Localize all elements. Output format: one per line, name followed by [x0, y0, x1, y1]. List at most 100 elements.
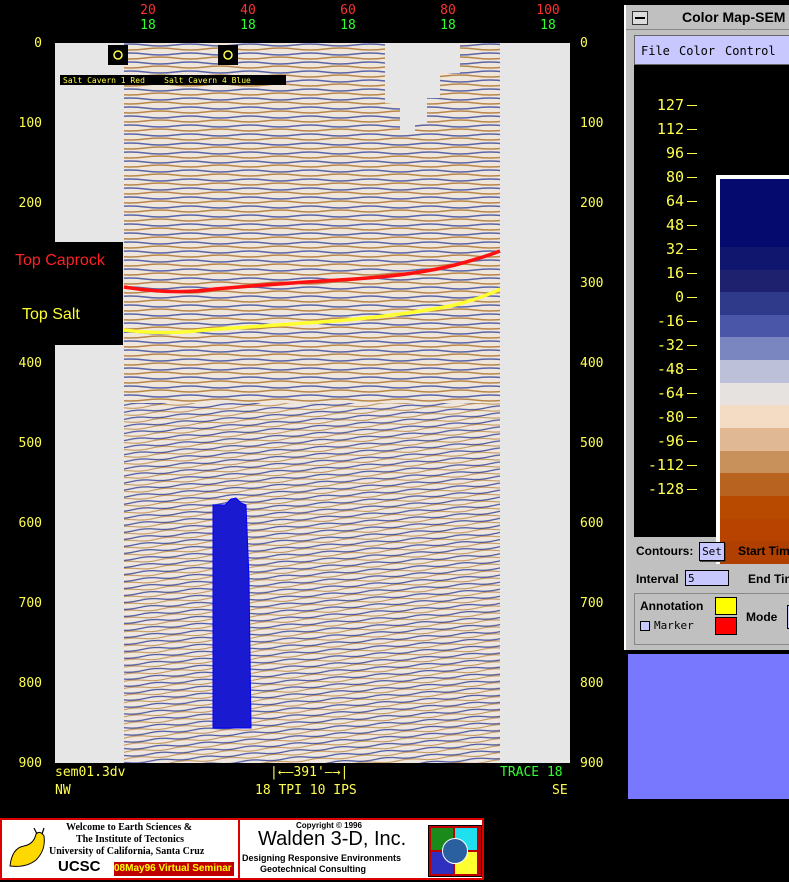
ramp-value-label: 32: [665, 240, 684, 258]
ramp-segment[interactable]: [720, 405, 789, 429]
salt-cavern-4[interactable]: [212, 497, 252, 729]
ramp-segment[interactable]: [720, 337, 789, 361]
color-ramp-panel: 127 112 96 80 64 48 32 16 0 -16 -32 -48 -64 -80 -96 -11…: [634, 65, 789, 564]
ramp-segment[interactable]: [720, 179, 789, 202]
ramp-segment[interactable]: [720, 314, 789, 338]
seismic-section[interactable]: Salt Cavern 1 Red Salt Cavern 4 Blue: [55, 43, 570, 763]
marker-checkbox[interactable]: [640, 621, 650, 631]
time-tick-label: 700: [580, 596, 604, 611]
company-name: Walden 3-D, Inc.: [258, 828, 407, 850]
time-tick-label: 700: [18, 596, 42, 611]
banana-slug-logo: [9, 827, 45, 867]
ramp-tick: [687, 369, 697, 370]
ramp-segment[interactable]: [720, 473, 789, 496]
ramp-segment[interactable]: [720, 382, 789, 406]
annotation-color-yellow[interactable]: [715, 597, 737, 615]
ramp-tick: [687, 249, 697, 250]
secondary-window[interactable]: [628, 654, 789, 799]
menu-color[interactable]: Color: [679, 44, 715, 58]
ramp-value-label: -48: [656, 360, 684, 378]
ramp-segment[interactable]: [720, 360, 789, 383]
time-tick-label: 400: [580, 356, 604, 371]
color-ramp[interactable]: [716, 175, 789, 564]
interval-input[interactable]: 5: [685, 570, 729, 586]
welcome-line-3: University of California, Santa Cruz: [49, 846, 205, 857]
ramp-segment[interactable]: [720, 201, 789, 225]
ramp-value-label: 48: [665, 216, 684, 234]
ramp-tick: [687, 225, 697, 226]
secondary-label: 18: [240, 18, 256, 33]
mode-label: Mode: [746, 610, 778, 624]
time-tick-label: 900: [580, 756, 604, 771]
time-tick-label: 500: [580, 436, 604, 451]
ramp-tick: [687, 153, 697, 154]
walden-logo: [428, 825, 482, 877]
time-tick-label: 600: [580, 516, 604, 531]
ramp-value-label: -16: [656, 312, 684, 330]
ramp-segment[interactable]: [720, 495, 789, 519]
direction-left: NW: [55, 783, 71, 798]
time-tick-label: 800: [580, 676, 604, 691]
ramp-segment[interactable]: [720, 246, 789, 270]
time-tick-label: 100: [580, 116, 604, 131]
ramp-tick: [687, 393, 697, 394]
ramp-tick: [687, 105, 697, 106]
horizon-label-box: Top Caprock Top Salt: [0, 242, 123, 345]
ramp-value-label: -80: [656, 408, 684, 426]
ramp-value-label: -112: [647, 456, 684, 474]
scale-bar: |←—391'—→|: [270, 765, 349, 780]
filename: sem01.3dv: [55, 765, 126, 780]
start-time-label: Start Tim: [738, 544, 789, 558]
time-tick-label: 300: [580, 276, 604, 291]
time-tick-label: 0: [580, 36, 588, 51]
top-salt-label: Top Salt: [22, 306, 80, 323]
marker-box-4[interactable]: [218, 45, 238, 65]
secondary-label: 18: [140, 18, 156, 33]
window-titlebar[interactable]: Color Map-SEM: [626, 5, 789, 30]
time-tick-label: 600: [18, 516, 42, 531]
ramp-value-label: -96: [656, 432, 684, 450]
time-tick-label: 900: [18, 756, 42, 771]
ramp-tick: [687, 489, 697, 490]
secondary-label: 18: [540, 18, 556, 33]
ramp-segment[interactable]: [720, 428, 789, 451]
ramp-segment[interactable]: [720, 518, 789, 542]
ramp-segment[interactable]: [720, 224, 789, 247]
ramp-segment[interactable]: [720, 269, 789, 293]
ramp-tick: [687, 201, 697, 202]
ramp-value-label: 0: [674, 288, 684, 306]
ramp-tick: [687, 441, 697, 442]
time-tick-label: 400: [18, 356, 42, 371]
ramp-tick: [687, 465, 697, 466]
ramp-segment[interactable]: [720, 450, 789, 474]
menu-file[interactable]: File: [641, 44, 670, 58]
direction-right: SE: [552, 783, 568, 798]
tagline-2: Geotechnical Consulting: [260, 864, 367, 874]
trace-label: 100: [536, 3, 560, 18]
ramp-segment[interactable]: [720, 292, 789, 315]
secondary-label: 18: [440, 18, 456, 33]
window-menu-button[interactable]: [632, 11, 648, 25]
set-button[interactable]: Set: [699, 542, 725, 561]
top-caprock-label: Top Caprock: [15, 252, 105, 269]
seminar-banner: Welcome to Earth Sciences & The Institut…: [0, 818, 484, 880]
interval-label: Interval: [636, 572, 679, 586]
ramp-tick: [687, 177, 697, 178]
annotation-color-red[interactable]: [715, 617, 737, 635]
ramp-tick: [687, 273, 697, 274]
color-map-window[interactable]: Color Map-SEM File Color Control 127 112 9…: [624, 5, 789, 650]
ramp-value-label: 64: [665, 192, 684, 210]
seismic-image: [60, 43, 501, 763]
time-tick-label: 200: [18, 196, 42, 211]
ucsc-wordmark: UCSC: [58, 858, 101, 875]
time-tick-label: 200: [580, 196, 604, 211]
marker-box-1[interactable]: [108, 45, 128, 65]
time-tick-label: 500: [18, 436, 42, 451]
trace-number: TRACE 18: [500, 765, 563, 780]
trace-label: 60: [340, 3, 356, 18]
ucsc-panel: Welcome to Earth Sciences & The Institut…: [2, 820, 240, 878]
scale-info: 18 TPI 10 IPS: [255, 783, 357, 798]
time-tick-label: 0: [34, 36, 42, 51]
menu-control[interactable]: Control: [725, 44, 776, 58]
ramp-value-label: -32: [656, 336, 684, 354]
